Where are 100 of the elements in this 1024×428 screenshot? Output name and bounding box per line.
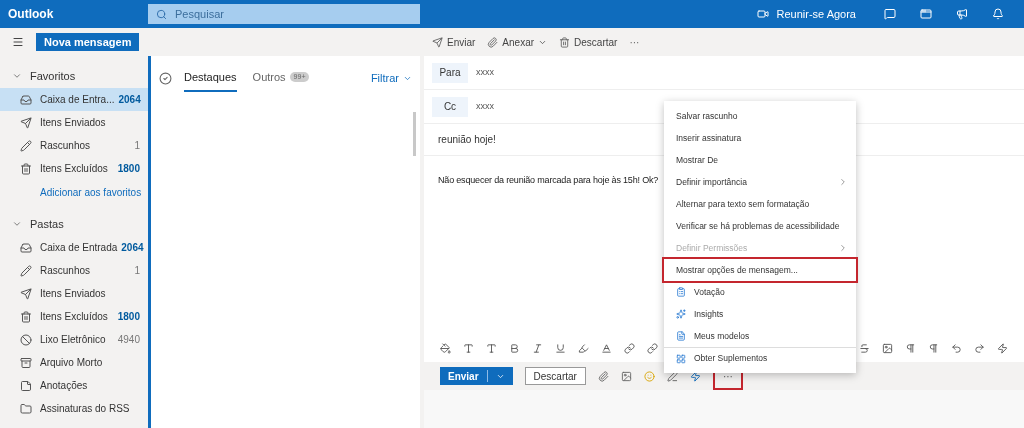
folder-label: Arquivo Morto: [40, 356, 104, 370]
menu-item[interactable]: Mostrar opções de mensagem...: [664, 259, 856, 281]
folder-item[interactable]: Rascunhos 1: [0, 134, 148, 157]
folder-item[interactable]: Caixa de Entrada 2064: [0, 236, 148, 259]
section-title: Pastas: [30, 216, 64, 232]
folder-label: Assinaturas do RSS: [40, 402, 131, 416]
folder-label: Itens Excluídos: [40, 310, 109, 324]
toolbar-button[interactable]: Enviar: [432, 34, 476, 50]
menu-icon[interactable]: [12, 36, 24, 48]
format-icon[interactable]: [997, 342, 1008, 354]
recipient: xxxx: [476, 65, 494, 79]
format-icon[interactable]: [859, 342, 870, 354]
select-all-icon[interactable]: [159, 71, 172, 85]
toolbar-icon: [487, 36, 499, 48]
format-icon[interactable]: [951, 342, 962, 354]
folder-icon: [20, 139, 32, 152]
format-icon[interactable]: [647, 342, 658, 354]
to-button[interactable]: Para: [432, 62, 468, 83]
folder-label: Lixo Eletrônico: [40, 333, 107, 347]
scrollbar[interactable]: [413, 112, 416, 156]
format-icon[interactable]: [905, 342, 916, 354]
pen-icon[interactable]: [666, 370, 678, 382]
menu-icon: [676, 331, 686, 341]
discard-button[interactable]: Descartar: [524, 367, 586, 385]
menu-icon: [676, 287, 686, 297]
lightning-icon[interactable]: [689, 370, 701, 382]
bell-icon[interactable]: [992, 8, 1004, 20]
cc-button[interactable]: Cc: [432, 96, 468, 117]
folder-icon: [20, 333, 32, 346]
format-icon[interactable]: [624, 342, 635, 354]
tab[interactable]: Destaques: [184, 64, 237, 92]
folder-count: 1: [134, 139, 140, 153]
format-icon[interactable]: [601, 342, 612, 354]
new-message-button[interactable]: Nova mensagem: [36, 33, 140, 51]
folder-item[interactable]: Anotações: [0, 374, 148, 397]
menu-item[interactable]: Obter Suplementos: [664, 347, 856, 369]
folder-label: Itens Enviados: [40, 116, 107, 130]
attach-icon[interactable]: [597, 370, 609, 382]
folder-count: 1: [134, 264, 140, 278]
format-icon[interactable]: [486, 342, 497, 354]
menu-item[interactable]: Votação: [664, 281, 856, 303]
folder-label: Rascunhos: [40, 139, 92, 153]
filter-button[interactable]: Filtrar: [370, 69, 412, 87]
folder-label: Anotações: [40, 379, 89, 393]
menu-item[interactable]: Verificar se há problemas de acessibilidade: [664, 215, 856, 237]
folder-icon: [20, 379, 32, 392]
toolbar-button[interactable]: Anexar: [487, 34, 548, 50]
format-icon[interactable]: [974, 342, 985, 354]
folder-item[interactable]: Itens Excluídos 1800: [0, 157, 148, 180]
format-icon[interactable]: [578, 342, 589, 354]
toolbar-button[interactable]: Descartar: [559, 34, 618, 50]
folder-item[interactable]: Assinaturas do RSS: [0, 397, 148, 420]
chat-icon[interactable]: [884, 8, 896, 20]
section-header[interactable]: Favoritos: [0, 64, 148, 88]
submenu-chevron-icon: [838, 243, 848, 253]
more-button[interactable]: ···: [629, 34, 640, 50]
format-icon[interactable]: [928, 342, 939, 354]
chevron-icon: [12, 219, 22, 229]
menu-item[interactable]: Meus modelos: [664, 325, 856, 347]
folder-label: Caixa de Entra...: [40, 93, 115, 107]
recipient: xxxx: [476, 99, 494, 113]
format-icon[interactable]: [440, 342, 451, 354]
menu-item[interactable]: Alternar para texto sem formatação: [664, 193, 856, 215]
folder-icon: [20, 93, 32, 106]
submenu-chevron-icon: [838, 177, 848, 187]
folder-item[interactable]: Itens Enviados: [0, 282, 148, 305]
menu-item[interactable]: Salvar rascunho: [664, 105, 856, 127]
format-icon[interactable]: [509, 342, 520, 354]
menu-icon: [676, 353, 686, 364]
add-favorites-link[interactable]: Adicionar aos favoritos: [40, 184, 142, 200]
search-placeholder: Pesquisar: [175, 6, 224, 22]
format-icon[interactable]: [555, 342, 566, 354]
send-button[interactable]: Enviar: [440, 367, 513, 385]
toolbar-icon: [432, 36, 443, 48]
folder-item[interactable]: Arquivo Morto: [0, 351, 148, 374]
format-icon[interactable]: [532, 342, 543, 354]
folder-label: Itens Enviados: [40, 287, 107, 301]
menu-item[interactable]: Insights: [664, 303, 856, 325]
folder-icon: [20, 310, 32, 323]
folder-count: 1800: [117, 310, 140, 324]
chevron-icon: [12, 71, 22, 81]
menu-item[interactable]: Inserir assinatura: [664, 127, 856, 149]
folder-count: 2064: [121, 241, 144, 255]
folder-item[interactable]: Itens Excluídos 1800: [0, 305, 148, 328]
folder-item[interactable]: Rascunhos 1: [0, 259, 148, 282]
format-icon[interactable]: [882, 342, 893, 354]
image-icon[interactable]: [620, 370, 632, 382]
menu-item[interactable]: Definir importância: [664, 171, 856, 193]
folder-count: 2064: [118, 93, 141, 107]
section-header[interactable]: Pastas: [0, 212, 148, 236]
folder-icon: [20, 356, 32, 369]
folder-item[interactable]: Itens Enviados: [0, 111, 148, 134]
message-body[interactable]: Não esquecer da reunião marcada para hoje às 15h! Ok?: [438, 175, 659, 185]
format-icon[interactable]: [463, 342, 474, 354]
folder-item[interactable]: Caixa de Entra... 2064: [0, 88, 148, 111]
meet-now-button[interactable]: Reunir-se Agora: [756, 5, 856, 23]
menu-icon: [676, 309, 686, 319]
folder-icon: [20, 241, 32, 254]
folder-item[interactable]: Lixo Eletrônico 4940: [0, 328, 148, 351]
folder-label: Itens Excluídos: [40, 162, 109, 176]
